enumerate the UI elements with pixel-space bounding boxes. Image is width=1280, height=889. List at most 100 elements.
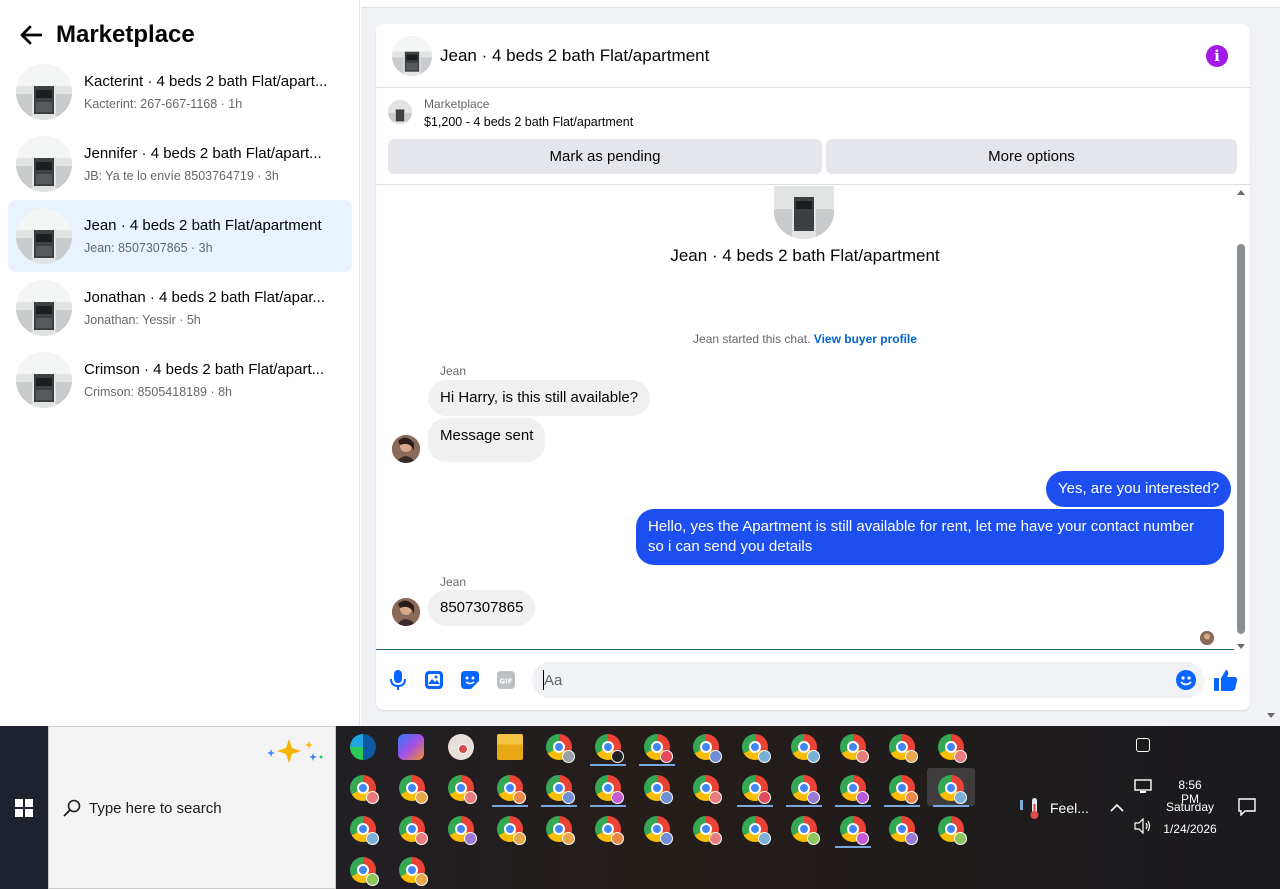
taskbar-search-box[interactable]: Type here to search [48,726,336,889]
chrome-icon[interactable] [448,816,477,845]
chrome-icon[interactable] [399,857,428,886]
gif-icon[interactable]: GIF [496,670,516,690]
chrome-icon[interactable] [742,816,771,845]
conversation-title: Kacterint · 4 beds 2 bath Flat/apart... [84,72,328,90]
sticker-icon[interactable] [460,670,480,690]
conversation-item[interactable]: Crimson · 4 beds 2 bath Flat/apart... Cr… [8,344,352,416]
chrome-icon[interactable] [840,734,869,763]
clock-day[interactable]: Saturday [1160,800,1220,814]
chrome-icon[interactable] [644,775,673,804]
network-icon[interactable] [1134,779,1152,800]
listing-thumbnail-small[interactable] [388,100,412,124]
incoming-message[interactable]: 8507307865 [428,590,536,626]
conversation-item[interactable]: Kacterint · 4 beds 2 bath Flat/apart... … [8,56,352,128]
show-hidden-icons-chevron-icon[interactable] [1110,800,1124,818]
chat-header-thumbnail[interactable] [392,35,432,76]
chrome-icon[interactable] [546,734,575,763]
chrome-icon[interactable] [742,734,771,763]
chrome-icon[interactable] [889,734,918,763]
scroll-thumb[interactable] [1237,244,1245,634]
chrome-icon[interactable] [595,816,624,845]
edge-browser-icon[interactable] [350,734,376,760]
scroll-up-arrow-icon[interactable] [1237,190,1245,195]
windows-start-icon[interactable] [0,726,48,889]
active-indicator [492,805,528,807]
active-indicator [541,805,577,807]
active-indicator [786,805,822,807]
thread-scrollbar[interactable] [1236,188,1246,649]
back-arrow-icon[interactable] [18,22,44,48]
copilot-icon[interactable] [398,734,424,760]
conversation-item[interactable]: Jennifer · 4 beds 2 bath Flat/apart... J… [8,128,352,200]
volume-icon[interactable] [1134,817,1152,839]
chrome-icon[interactable] [938,816,967,845]
active-indicator [933,805,969,807]
notifications-icon[interactable] [1238,798,1256,821]
chrome-icon[interactable] [938,734,967,763]
sender-avatar[interactable] [392,598,420,626]
weather-text[interactable]: Feel... [1050,800,1089,816]
chrome-icon[interactable] [840,775,869,804]
chrome-icon[interactable] [889,816,918,845]
outgoing-message[interactable]: Hello, yes the Apartment is still availa… [636,509,1224,565]
conversation-item[interactable]: Jonathan · 4 beds 2 bath Flat/apar... Jo… [8,272,352,344]
like-thumbs-up-icon[interactable] [1214,668,1238,692]
microphone-icon[interactable] [388,670,408,690]
svg-text:GIF: GIF [499,678,512,686]
message-thread: Jean · 4 beds 2 bath Flat/apartment Jean… [376,186,1250,649]
clock-date[interactable]: 1/24/2026 [1160,822,1220,836]
page-scroll-down-icon[interactable] [1267,713,1275,718]
incoming-message[interactable]: Hi Harry, is this still available? [428,380,651,416]
chrome-icon[interactable] [497,775,526,804]
incoming-message[interactable]: Message sent [428,418,546,462]
chrome-icon[interactable] [497,816,526,845]
outgoing-message[interactable]: Yes, are you interested? [1046,471,1232,507]
chrome-icon[interactable] [791,775,820,804]
listing-thumbnail [16,352,72,408]
windows-taskbar: Type here to search Feel... 8:56 PM Satu… [0,726,1280,889]
chat-panel: Jean · 4 beds 2 bath Flat/apartment i Ma… [376,24,1250,710]
more-options-button[interactable]: More options [826,139,1237,174]
chrome-icon[interactable] [791,816,820,845]
chrome-icon[interactable] [399,775,428,804]
weather-icon[interactable] [1018,796,1044,820]
chrome-icon[interactable] [644,734,673,763]
chrome-icon[interactable] [448,775,477,804]
mark-as-pending-button[interactable]: Mark as pending [388,139,822,174]
listing-title[interactable]: $1,200 - 4 beds 2 bath Flat/apartment [424,115,633,129]
chrome-icon[interactable] [546,816,575,845]
chat-header-title[interactable]: Jean · 4 beds 2 bath Flat/apartment [440,46,709,66]
view-buyer-profile-link[interactable]: View buyer profile [814,332,917,346]
photo-icon[interactable] [424,670,444,690]
chrome-icon[interactable] [742,775,771,804]
chrome-icon[interactable] [938,775,967,804]
paint-icon[interactable] [448,734,474,760]
chrome-icon[interactable] [350,816,379,845]
chrome-icon[interactable] [840,816,869,845]
chrome-icon[interactable] [350,857,379,886]
top-divider [361,0,1280,8]
chrome-icon[interactable] [693,816,722,845]
chrome-icon[interactable] [399,816,428,845]
listing-source: Marketplace [424,97,490,111]
chrome-icon[interactable] [546,775,575,804]
active-indicator [835,805,871,807]
chrome-icon[interactable] [889,775,918,804]
chrome-icon[interactable] [595,734,624,763]
chrome-icon[interactable] [350,775,379,804]
chrome-icon[interactable] [595,775,624,804]
conversation-item-active[interactable]: Jean · 4 beds 2 bath Flat/apartment Jean… [8,200,352,272]
chrome-icon[interactable] [693,775,722,804]
task-view-icon[interactable] [1136,738,1150,752]
active-indicator [737,805,773,807]
file-explorer-icon[interactable] [497,734,523,760]
message-input[interactable] [532,662,1204,698]
chrome-icon[interactable] [644,816,673,845]
sender-avatar[interactable] [392,435,420,463]
scroll-down-arrow-icon[interactable] [1237,644,1245,649]
info-icon[interactable]: i [1206,45,1228,67]
emoji-icon[interactable] [1176,670,1196,690]
chrome-icon[interactable] [791,734,820,763]
chrome-icon[interactable] [693,734,722,763]
thread-title: Jean · 4 beds 2 bath Flat/apartment [670,246,940,265]
